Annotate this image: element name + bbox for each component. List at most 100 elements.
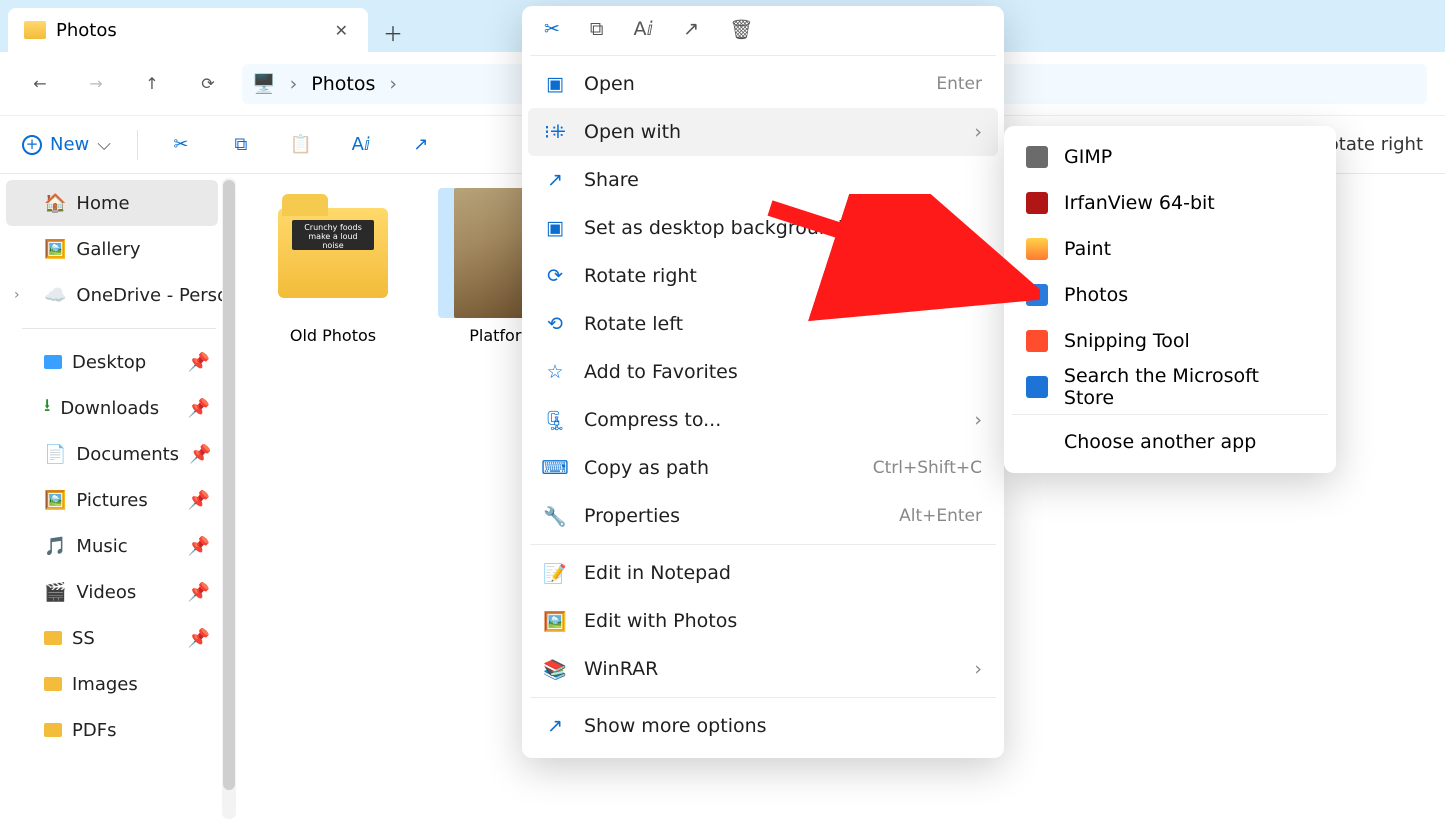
ctx-open-with[interactable]: ⁝⁜ Open with › bbox=[528, 108, 998, 156]
divider bbox=[530, 544, 996, 545]
sidebar-item-pictures[interactable]: 🖼️ Pictures 📌 bbox=[0, 477, 238, 523]
refresh-button[interactable]: ⟳ bbox=[186, 64, 230, 104]
share-icon[interactable]: ↗ bbox=[683, 18, 699, 41]
ctx-edit-photos[interactable]: 🖼️ Edit with Photos bbox=[522, 597, 1004, 645]
chevron-right-icon: › bbox=[974, 658, 982, 680]
new-button[interactable]: + New ⌵ bbox=[22, 134, 111, 155]
sidebar-item-onedrive[interactable]: › ☁️ OneDrive - Perso bbox=[0, 272, 238, 318]
notepad-icon: 📝 bbox=[544, 562, 566, 585]
ctx-compress[interactable]: 🗜 Compress to... › bbox=[522, 396, 1004, 444]
sidebar-item-label: Downloads bbox=[60, 398, 159, 419]
ctx-copy-as-path[interactable]: ⌨ Copy as path Ctrl+Shift+C bbox=[522, 444, 1004, 492]
ctx-share[interactable]: ↗ Share bbox=[522, 156, 1004, 204]
tab-title: Photos bbox=[56, 20, 117, 41]
sidebar-item-ss[interactable]: SS 📌 bbox=[0, 615, 238, 661]
sidebar-item-label: Images bbox=[72, 674, 138, 695]
sidebar-item-label: Home bbox=[76, 193, 129, 214]
sidebar-item-label: Pictures bbox=[76, 490, 147, 511]
rename-button[interactable]: Aⅈ bbox=[344, 128, 378, 162]
folder-thumbnail: Crunchy foods make a loud noise bbox=[268, 188, 398, 318]
ctx-label: Add to Favorites bbox=[584, 361, 738, 383]
sidebar-scrollthumb[interactable] bbox=[223, 180, 235, 790]
video-icon: 🎬 bbox=[44, 582, 66, 603]
paste-button[interactable]: 📋 bbox=[284, 128, 318, 162]
ctx-label: Share bbox=[584, 169, 639, 191]
openwith-label: Photos bbox=[1064, 284, 1128, 306]
cut-button[interactable]: ✂ bbox=[164, 128, 198, 162]
rename-icon[interactable]: Aⅈ bbox=[634, 18, 654, 41]
sidebar-item-pdfs[interactable]: PDFs bbox=[0, 707, 238, 753]
sidebar-item-videos[interactable]: 🎬 Videos 📌 bbox=[0, 569, 238, 615]
pin-icon: 📌 bbox=[188, 536, 210, 557]
cut-icon[interactable]: ✂ bbox=[544, 18, 560, 41]
divider bbox=[1012, 414, 1328, 415]
forward-button[interactable]: → bbox=[74, 64, 118, 104]
openwith-label: GIMP bbox=[1064, 146, 1112, 168]
ctx-rotate-left[interactable]: ⟲ Rotate left bbox=[522, 300, 1004, 348]
pin-icon: 📌 bbox=[188, 490, 210, 511]
openwith-snipping-tool[interactable]: Snipping Tool bbox=[1004, 318, 1336, 364]
rotate-right-partial[interactable]: otate right bbox=[1328, 134, 1423, 155]
ctx-label: Rotate left bbox=[584, 313, 683, 335]
up-button[interactable]: ↑ bbox=[130, 64, 174, 104]
desktop-icon bbox=[44, 355, 62, 369]
photos-app-icon: 🖼️ bbox=[544, 610, 566, 633]
sidebar-item-desktop[interactable]: Desktop 📌 bbox=[0, 339, 238, 385]
sidebar-item-documents[interactable]: 📄 Documents 📌 bbox=[0, 431, 238, 477]
breadcrumb-segment[interactable]: Photos bbox=[311, 73, 375, 95]
openwith-photos[interactable]: Photos bbox=[1004, 272, 1336, 318]
sidebar-item-music[interactable]: 🎵 Music 📌 bbox=[0, 523, 238, 569]
openwith-paint[interactable]: Paint bbox=[1004, 226, 1336, 272]
pin-icon: 📌 bbox=[189, 444, 211, 465]
new-button-label: New bbox=[50, 134, 89, 155]
share-icon: ↗ bbox=[544, 169, 566, 191]
ctx-label: Edit with Photos bbox=[584, 610, 737, 632]
ctx-edit-notepad[interactable]: 📝 Edit in Notepad bbox=[522, 549, 1004, 597]
openwith-choose-another[interactable]: Choose another app bbox=[1004, 419, 1336, 465]
winrar-icon: 📚 bbox=[544, 658, 566, 681]
back-button[interactable]: ← bbox=[18, 64, 62, 104]
file-item-folder[interactable]: Crunchy foods make a loud noise Old Phot… bbox=[258, 188, 408, 345]
sidebar-item-home[interactable]: 🏠 Home bbox=[6, 180, 218, 226]
ms-store-icon bbox=[1026, 376, 1048, 398]
ctx-label: Rotate right bbox=[584, 265, 697, 287]
folder-icon bbox=[44, 723, 62, 737]
chevron-down-icon: ⌵ bbox=[97, 134, 111, 155]
context-menu: ✂ ⧉ Aⅈ ↗ 🗑 ▣ Open Enter ⁝⁜ Open with › ↗… bbox=[522, 6, 1004, 758]
ctx-set-desktop-bg[interactable]: ▣ Set as desktop background bbox=[522, 204, 1004, 252]
openwith-search-store[interactable]: Search the Microsoft Store bbox=[1004, 364, 1336, 410]
ctx-label: Open bbox=[584, 73, 635, 95]
copy-icon[interactable]: ⧉ bbox=[590, 18, 604, 41]
ctx-properties[interactable]: 🔧 Properties Alt+Enter bbox=[522, 492, 1004, 540]
sidebar-item-label: Gallery bbox=[76, 239, 140, 260]
sidebar-item-gallery[interactable]: 🖼️ Gallery bbox=[0, 226, 238, 272]
path-icon: ⌨ bbox=[544, 457, 566, 479]
ctx-winrar[interactable]: 📚 WinRAR › bbox=[522, 645, 1004, 693]
download-icon: ⭳ bbox=[44, 393, 50, 423]
sidebar-item-images[interactable]: Images bbox=[0, 661, 238, 707]
ctx-label: Open with bbox=[584, 121, 681, 143]
ctx-add-favorites[interactable]: ☆ Add to Favorites bbox=[522, 348, 1004, 396]
delete-icon[interactable]: 🗑 bbox=[729, 18, 753, 41]
close-tab-button[interactable]: ✕ bbox=[325, 17, 358, 44]
sidebar-item-label: SS bbox=[72, 628, 95, 649]
sidebar-item-label: PDFs bbox=[72, 720, 116, 741]
ctx-label: Compress to... bbox=[584, 409, 721, 431]
openwith-irfanview[interactable]: IrfanView 64-bit bbox=[1004, 180, 1336, 226]
sidebar-item-downloads[interactable]: ⭳ Downloads 📌 bbox=[0, 385, 238, 431]
new-tab-button[interactable]: ＋ bbox=[372, 14, 414, 50]
divider bbox=[137, 130, 138, 160]
ctx-rotate-right[interactable]: ⟳ Rotate right bbox=[522, 252, 1004, 300]
chevron-right-icon[interactable]: › bbox=[14, 287, 20, 303]
ctx-label: Copy as path bbox=[584, 457, 709, 479]
ctx-show-more[interactable]: ↗ Show more options bbox=[522, 702, 1004, 750]
openwith-gimp[interactable]: GIMP bbox=[1004, 134, 1336, 180]
rotate-left-icon: ⟲ bbox=[544, 313, 566, 335]
copy-button[interactable]: ⧉ bbox=[224, 128, 258, 162]
divider bbox=[530, 697, 996, 698]
share-button[interactable]: ↗ bbox=[404, 128, 438, 162]
tab-photos[interactable]: Photos ✕ bbox=[8, 8, 368, 52]
pictures-icon: 🖼️ bbox=[44, 490, 66, 511]
chevron-right-icon: › bbox=[389, 73, 397, 95]
ctx-open[interactable]: ▣ Open Enter bbox=[522, 60, 1004, 108]
